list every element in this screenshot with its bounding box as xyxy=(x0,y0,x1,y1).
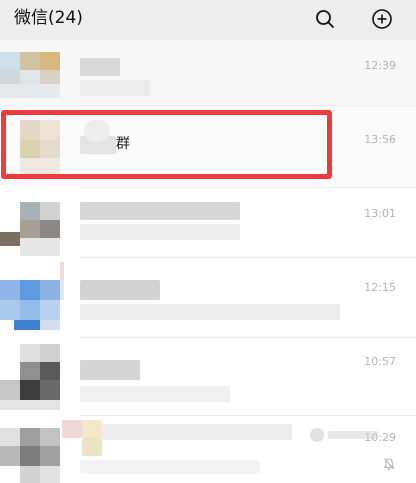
app-header: 微信(24) xyxy=(0,0,416,40)
chat-name-blurred xyxy=(80,202,240,220)
mute-bell-icon xyxy=(383,458,395,470)
avatar xyxy=(0,344,64,410)
chat-time: 13:01 xyxy=(364,207,396,220)
page-title: 微信(24) xyxy=(14,8,83,28)
chat-name-blurred xyxy=(80,280,160,300)
chat-preview-blurred xyxy=(80,304,340,320)
add-button[interactable] xyxy=(370,7,394,31)
chat-name-blurred xyxy=(62,420,82,438)
watermark-logo xyxy=(310,428,378,442)
chat-row[interactable]: 12:39 xyxy=(0,40,416,106)
avatar xyxy=(0,52,64,98)
chat-preview-blurred xyxy=(80,460,260,474)
chat-time: 10:57 xyxy=(364,355,396,368)
chat-preview-blurred xyxy=(80,80,150,96)
chat-time: 12:15 xyxy=(364,281,396,294)
chat-time: 13:56 xyxy=(364,133,396,146)
chat-row[interactable]: 10:29 xyxy=(0,416,416,483)
chat-name-blurred xyxy=(80,58,120,76)
chat-time: 12:39 xyxy=(364,59,396,72)
chat-preview-blurred xyxy=(80,224,240,240)
search-icon xyxy=(316,10,334,28)
avatar xyxy=(0,262,64,334)
chat-row[interactable]: 10:57 xyxy=(0,338,416,416)
chat-name-blurred xyxy=(80,360,140,380)
add-circle-icon xyxy=(372,9,392,29)
chat-preview-blurred xyxy=(80,386,230,402)
chat-row[interactable]: 13:01 xyxy=(0,188,416,258)
avatar xyxy=(0,422,64,483)
avatar xyxy=(0,202,64,256)
chat-row[interactable]: 12:15 xyxy=(0,258,416,338)
highlight-frame xyxy=(1,110,332,179)
search-button[interactable] xyxy=(313,7,337,31)
